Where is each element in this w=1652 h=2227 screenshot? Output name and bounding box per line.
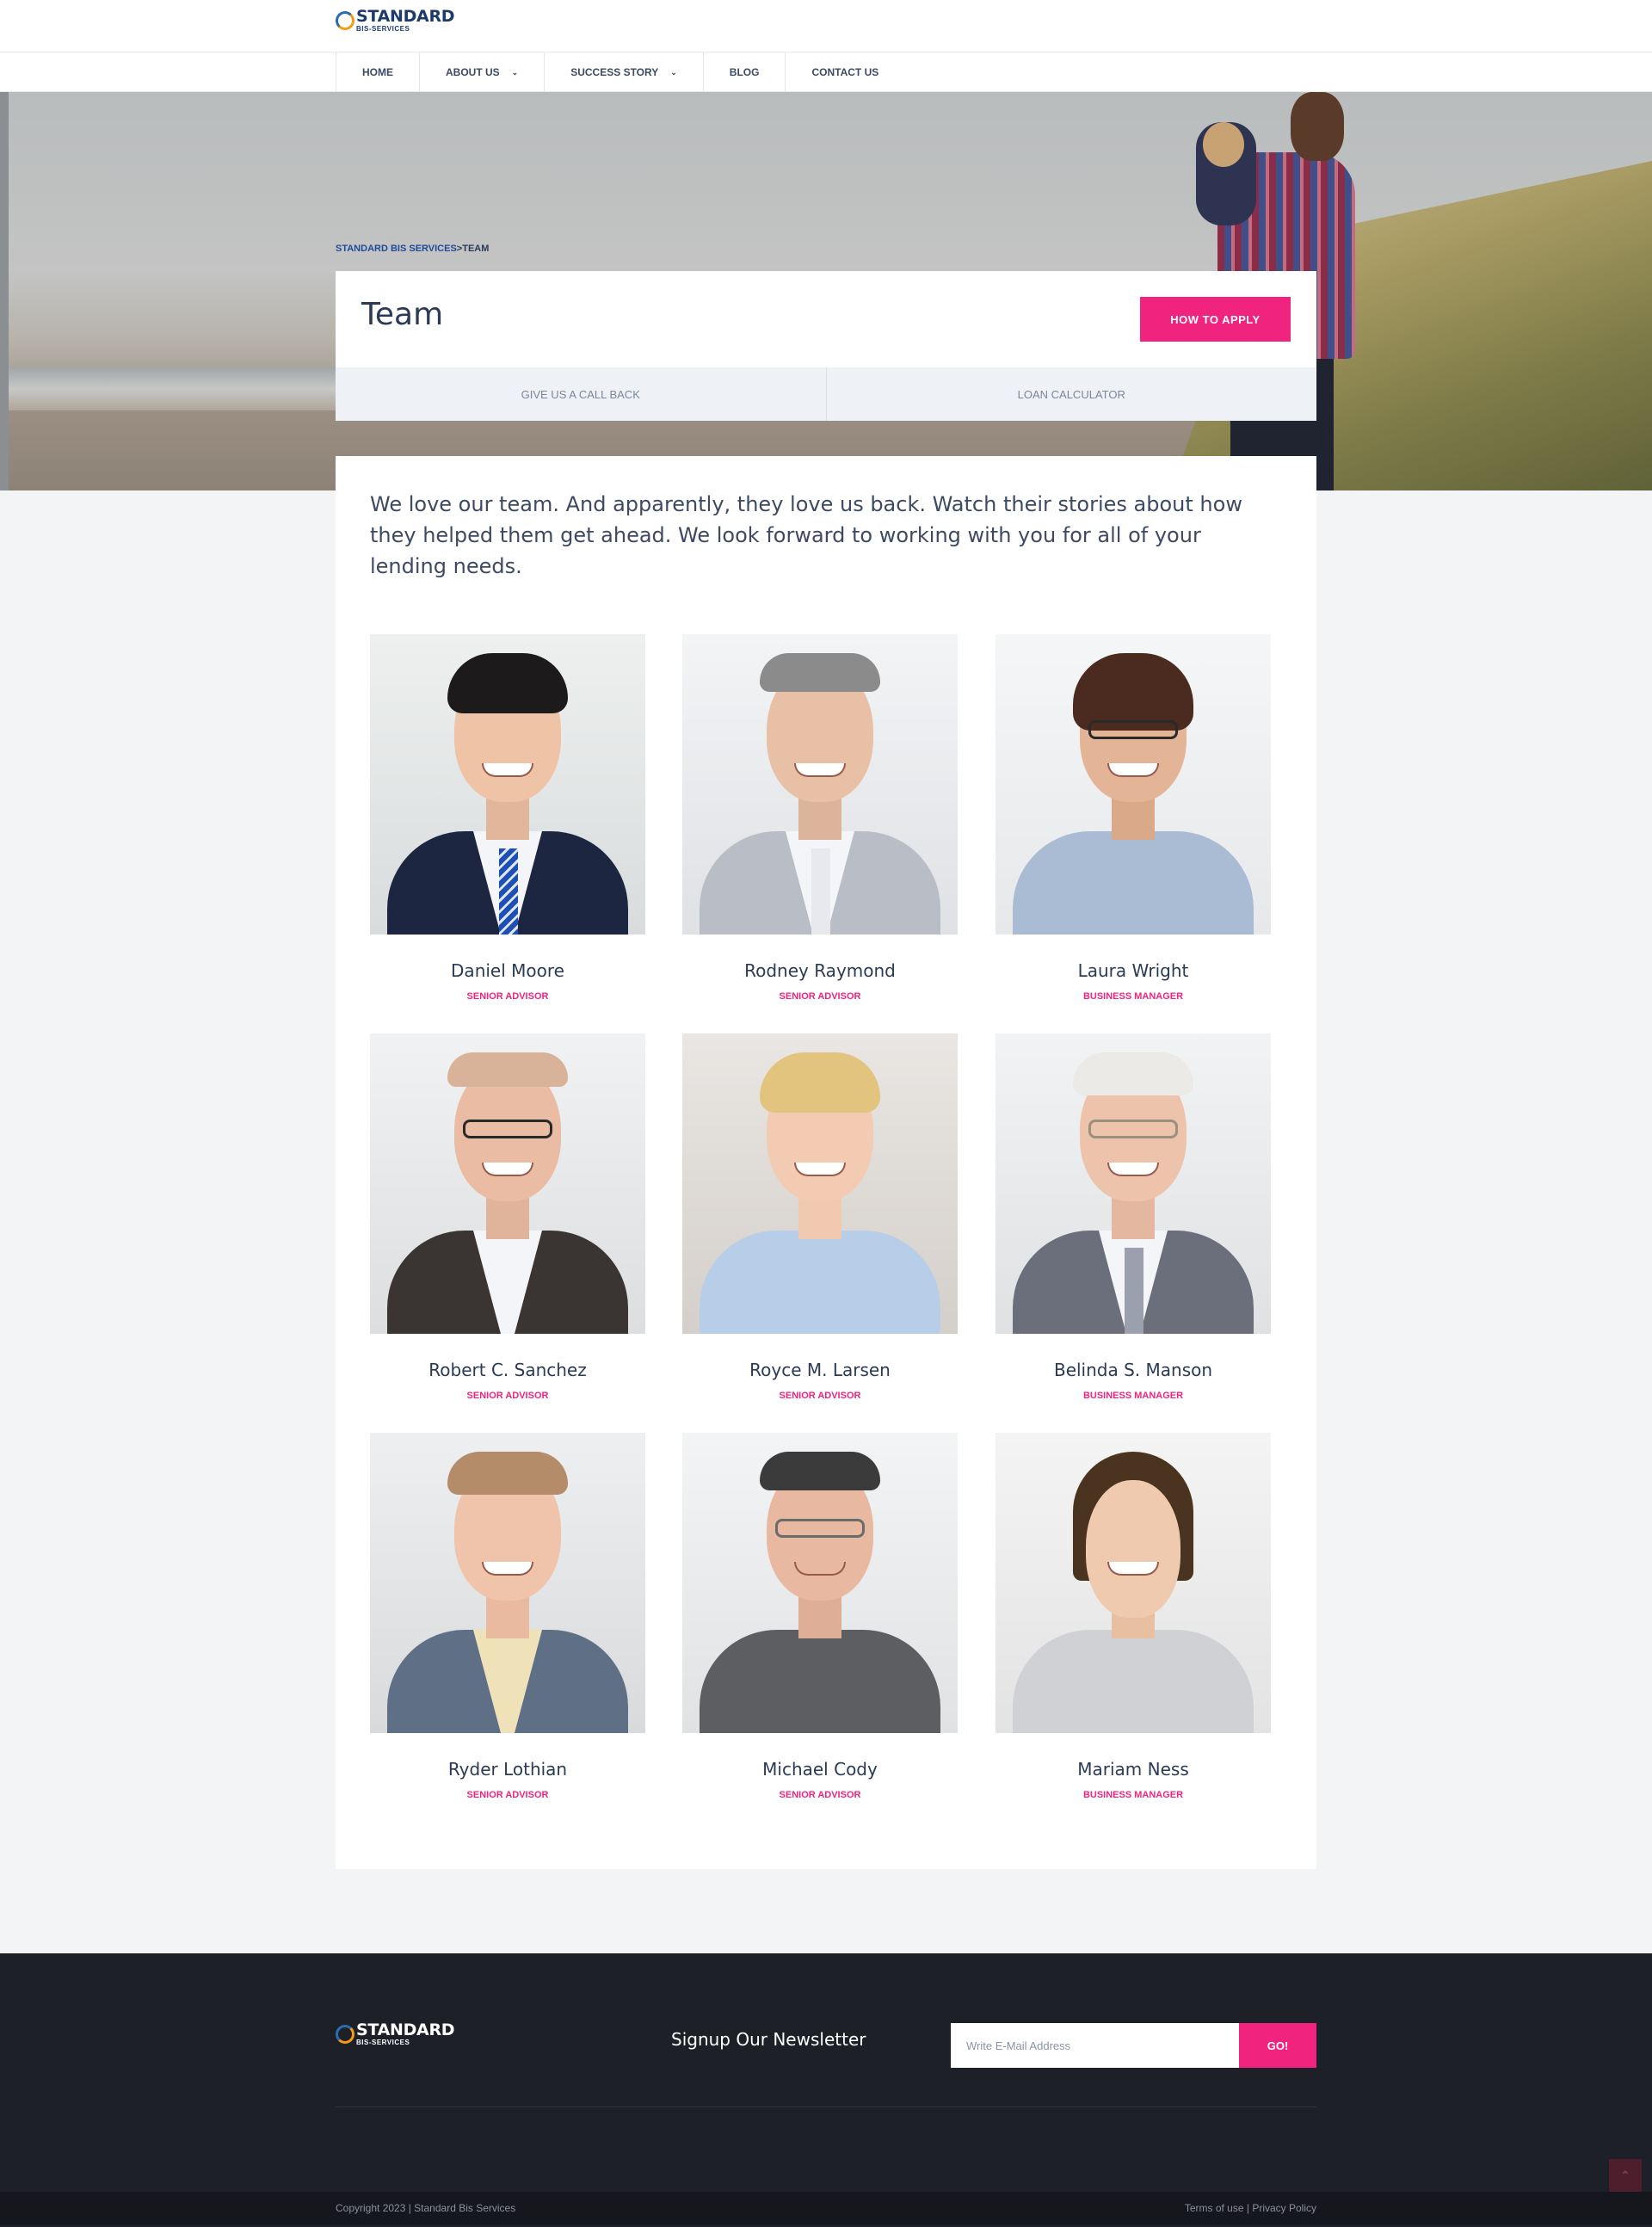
legal-links: Terms of use | Privacy Policy [1185, 2202, 1316, 2214]
logo-tagline: BIS-SERVICES [356, 25, 410, 33]
nav-label: BLOG [729, 66, 760, 78]
newsletter-submit-button[interactable]: GO! [1239, 2023, 1316, 2068]
legal-separator: | [1243, 2202, 1253, 2214]
privacy-link[interactable]: Privacy Policy [1252, 2202, 1316, 2214]
team-member-photo [370, 634, 645, 935]
main-navigation: HOME ABOUT US ⌄ SUCCESS STORY ⌄ BLOG CONTA… [0, 52, 1652, 92]
team-member-role: SENIOR ADVISOR [779, 1391, 861, 1401]
team-member-role: SENIOR ADVISOR [466, 1391, 549, 1401]
team-card[interactable]: Daniel Moore SENIOR ADVISOR [370, 634, 645, 1002]
nav-success-story[interactable]: SUCCESS STORY ⌄ [544, 52, 703, 92]
team-member-role: BUSINESS MANAGER [1082, 1790, 1184, 1800]
team-member-photo [370, 1433, 645, 1733]
footer-logo[interactable]: STANDARD BIS-SERVICES [336, 2020, 455, 2046]
team-member-photo [996, 1033, 1271, 1334]
team-intro-text: We love our team. And apparently, they l… [370, 492, 1242, 578]
loan-calculator-button[interactable]: LOAN CALCULATOR [825, 367, 1317, 421]
team-member-name: Daniel Moore [451, 960, 564, 981]
team-member-name: Robert C. Sanchez [428, 1360, 587, 1380]
logo-wordmark: STANDARD [356, 7, 455, 26]
team-member-photo [682, 634, 958, 935]
nav-contact-us[interactable]: CONTACT US [785, 52, 904, 92]
nav-about-us[interactable]: ABOUT US ⌄ [419, 52, 544, 92]
nav-label: HOME [362, 66, 393, 78]
team-member-role: SENIOR ADVISOR [779, 991, 861, 1002]
team-member-name: Ryder Lothian [447, 1759, 568, 1780]
logo-wordmark: STANDARD [356, 2020, 455, 2039]
team-member-photo [682, 1033, 958, 1334]
team-member-photo [996, 634, 1271, 935]
back-to-top-button[interactable]: ⌃ [1609, 2159, 1642, 2192]
page-title: Team [361, 297, 444, 332]
logo-ring-icon [336, 2025, 354, 2044]
chevron-down-icon: ⌄ [670, 67, 677, 77]
chevron-up-icon: ⌃ [1620, 2168, 1630, 2182]
team-card[interactable]: Belinda S. Manson BUSINESS MANAGER [996, 1033, 1271, 1401]
team-member-role: BUSINESS MANAGER [1082, 1391, 1184, 1401]
terms-link[interactable]: Terms of use [1185, 2202, 1244, 2214]
team-card[interactable]: Mariam Ness BUSINESS MANAGER [996, 1433, 1271, 1800]
hero-sea [9, 367, 336, 410]
nav-label: SUCCESS STORY [570, 66, 659, 78]
quick-actions-bar: GIVE US A CALL BACK LOAN CALCULATOR [336, 367, 1316, 421]
logo-tagline: BIS-SERVICES [356, 2039, 410, 2046]
team-member-name: Belinda S. Manson [1053, 1360, 1213, 1380]
logo-ring-icon [336, 11, 354, 30]
footer-bottom-bar: Copyright 2023 | Standard Bis Services T… [0, 2192, 1652, 2224]
page-title-card: Team HOW TO APPLY [336, 271, 1316, 367]
breadcrumb-current: TEAM [462, 244, 490, 254]
team-card[interactable]: Rodney Raymond SENIOR ADVISOR [682, 634, 958, 1002]
breadcrumb: STANDARD BIS SERVICES>TEAM [336, 244, 489, 254]
team-member-photo [682, 1433, 958, 1733]
site-footer: STANDARD BIS-SERVICES Signup Our Newslet… [0, 1953, 1652, 2227]
nav-label: ABOUT US [446, 66, 500, 78]
team-member-role: BUSINESS MANAGER [1082, 991, 1184, 1002]
team-card[interactable]: Robert C. Sanchez SENIOR ADVISOR [370, 1033, 645, 1401]
team-card[interactable]: Royce M. Larsen SENIOR ADVISOR [682, 1033, 958, 1401]
team-member-name: Rodney Raymond [744, 960, 896, 981]
nav-label: CONTACT US [811, 66, 879, 78]
team-card[interactable]: Michael Cody SENIOR ADVISOR [682, 1433, 958, 1800]
team-card[interactable]: Ryder Lothian SENIOR ADVISOR [370, 1433, 645, 1800]
top-header: STANDARD BIS-SERVICES [0, 0, 1652, 52]
nav-blog[interactable]: BLOG [702, 52, 786, 92]
chevron-down-icon: ⌄ [511, 67, 519, 77]
team-member-photo [996, 1433, 1271, 1733]
how-to-apply-button[interactable]: HOW TO APPLY [1140, 297, 1291, 342]
team-member-role: SENIOR ADVISOR [779, 1790, 861, 1800]
team-member-photo [370, 1033, 645, 1334]
team-member-name: Laura Wright [1077, 960, 1189, 981]
team-member-name: Mariam Ness [1077, 1759, 1189, 1780]
call-back-button[interactable]: GIVE US A CALL BACK [336, 367, 826, 421]
nav-home[interactable]: HOME [336, 52, 419, 92]
newsletter-email-input[interactable] [951, 2023, 1239, 2068]
team-content: We love our team. And apparently, they l… [336, 456, 1316, 1869]
breadcrumb-home-link[interactable]: STANDARD BIS SERVICES [336, 244, 457, 254]
team-member-role: SENIOR ADVISOR [466, 991, 549, 1002]
hero-edge [0, 92, 9, 490]
newsletter-title: Signup Our Newsletter [671, 2029, 866, 2050]
team-card[interactable]: Laura Wright BUSINESS MANAGER [996, 634, 1271, 1002]
site-logo[interactable]: STANDARD BIS-SERVICES [336, 7, 455, 33]
copyright-text: Copyright 2023 | Standard Bis Services [336, 2202, 516, 2214]
team-member-name: Royce M. Larsen [749, 1360, 891, 1380]
team-member-name: Michael Cody [762, 1759, 878, 1780]
team-member-role: SENIOR ADVISOR [466, 1790, 549, 1800]
